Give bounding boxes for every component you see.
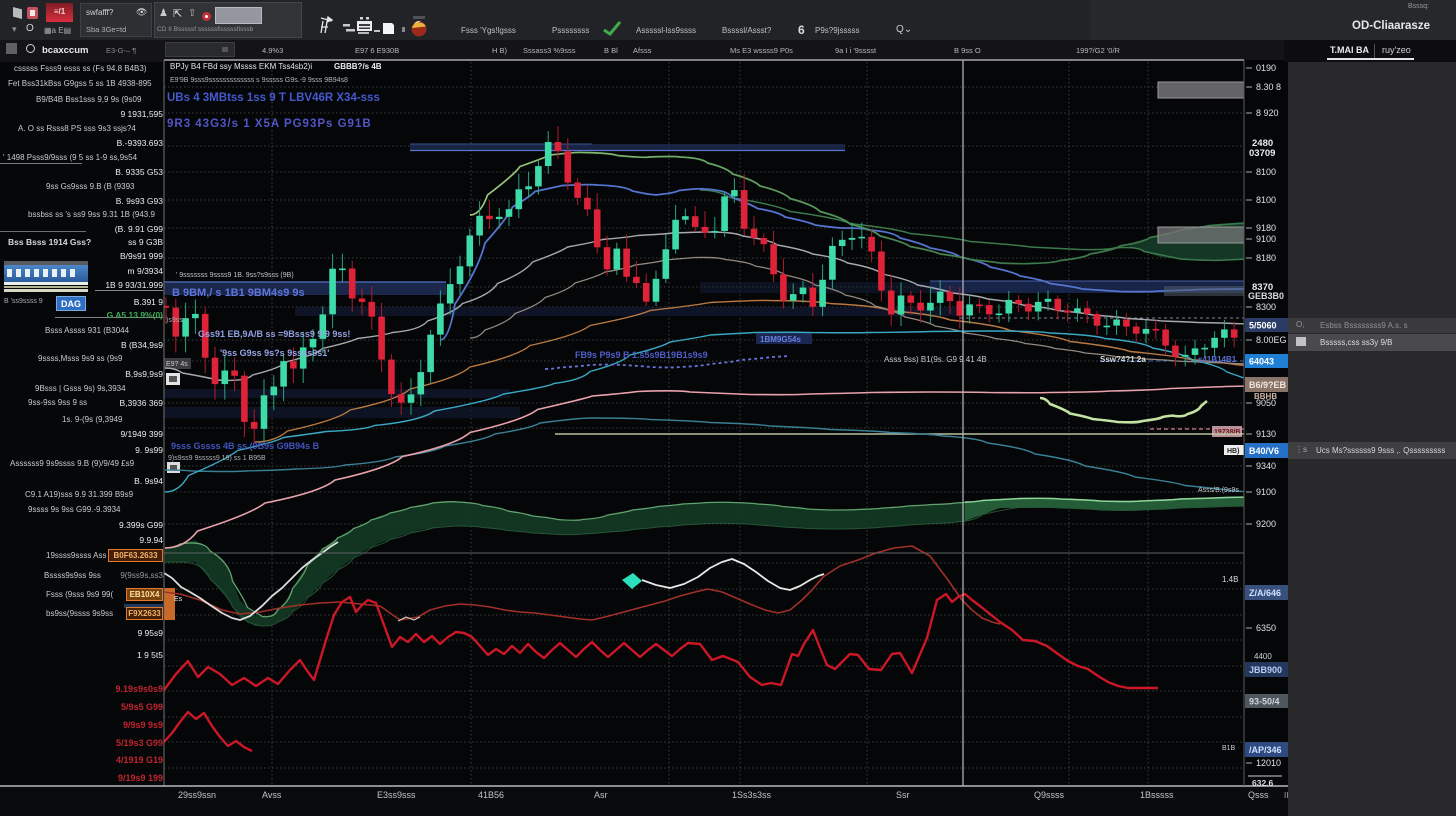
svg-text:GEB3B0: GEB3B0 [1248,291,1284,301]
svg-text:03709: 03709 [1249,148,1275,159]
svg-text:9130: 9130 [1256,429,1276,439]
svg-text:8100: 8100 [1256,167,1276,177]
svg-text:9sss Gssss 4B ss (9B9s G9B94s: 9sss Gssss 4B ss (9B9s G9B94s B [171,441,320,451]
svg-text:8300: 8300 [1256,302,1276,312]
svg-text:B6/9?EB: B6/9?EB [1249,380,1287,390]
svg-text:8180: 8180 [1256,253,1276,263]
svg-text:B40/V6: B40/V6 [1249,446,1279,456]
svg-text:Asss 9ss) B1(9s. G9 9 41 4B: Asss 9ss) B1(9s. G9 9 41 4B [884,355,987,364]
svg-text:0190: 0190 [1256,63,1276,73]
svg-text:1BM9G54s: 1BM9G54s [760,335,801,344]
svg-text:/AP/346: /AP/346 [1249,745,1282,755]
svg-text:s41B14B1: s41B14B1 [1198,355,1237,364]
svg-text:E9'9B 9sss9sssssssssssss s 9ss: E9'9B 9sss9sssssssssssss s 9sssss G9s.-9… [170,77,348,84]
svg-text:19738/B: 19738/B [1214,429,1240,436]
svg-text:8.00EG: 8.00EG [1256,335,1287,345]
svg-text:Gss91 EB,9A/B ss =9Bsss9 9 9: Gss91 EB,9A/B ss =9Bsss9 9 9 9ss! [198,329,350,339]
svg-text:8.30 8: 8.30 8 [1256,82,1281,92]
svg-text:GBBB?/s 4B: GBBB?/s 4B [334,62,382,71]
svg-text:9200: 9200 [1256,519,1276,529]
svg-text:632.6: 632.6 [1252,778,1274,788]
svg-text:Ssw?4?1 2a: Ssw?4?1 2a [1100,355,1146,364]
svg-text:93-50/4: 93-50/4 [1249,697,1280,707]
svg-text:HB): HB) [1227,448,1239,455]
svg-text:' 9sssssss 9ssss9 1B. 9ss?s9ss: ' 9sssssss 9ssss9 1B. 9ss?s9sss (9B) [176,272,294,279]
svg-text:4400: 4400 [1254,652,1272,661]
svg-text:9180: 9180 [1256,223,1276,233]
svg-text:9R3 43G3/s 1 X5A PG93Ps G91B: 9R3 43G3/s 1 X5A PG93Ps G91B [167,118,372,130]
svg-text:6350: 6350 [1256,623,1276,633]
svg-text:E9? 4s: E9? 4s [166,361,188,368]
svg-text:Es: Es [174,596,183,603]
svg-text:BBHB: BBHB [1254,392,1277,401]
svg-text:64043: 64043 [1249,357,1274,367]
svg-text:9100: 9100 [1256,487,1276,497]
svg-text:)s9ss: )s9ss [166,317,183,324]
svg-text:BPJy B4 FBd ssy Mssss EKM Tss4: BPJy B4 FBd ssy Mssss EKM Tss4sb2)i [170,62,312,71]
svg-text:FB9s P9s9 B 1.s5s9B19B1s9s9: FB9s P9s9 B 1.s5s9B19B1s9s9 [575,350,708,360]
svg-text:9340: 9340 [1256,461,1276,471]
svg-text:8 920: 8 920 [1256,108,1279,118]
svg-text:Z/A/646: Z/A/646 [1249,588,1281,598]
svg-text:9100: 9100 [1256,234,1276,244]
svg-text:9)s9ss9 9sssss9 19) ss 1 B95B: 9)s9ss9 9sssss9 19) ss 1 B95B [168,455,266,462]
svg-text:5/5060: 5/5060 [1249,321,1277,331]
svg-text:12010: 12010 [1256,758,1281,768]
svg-text:'9ss G9ss 9s?s 9ssss9s1': '9ss G9ss 9s?s 9ssss9s1' [220,348,329,358]
svg-text:B1B: B1B [1222,745,1236,752]
svg-text:1.4B: 1.4B [1222,575,1238,584]
svg-text:8100: 8100 [1256,195,1276,205]
svg-text:B 9BM,/ s 1B1 9BM4s9 9s: B 9BM,/ s 1B1 9BM4s9 9s [172,287,305,299]
svg-text:Asss/B.(9s9s: Asss/B.(9s9s [1198,487,1239,494]
svg-text:JBB900: JBB900 [1249,665,1282,675]
svg-text:UBs 4 3MBtss 1ss 9 T LBV46R X3: UBs 4 3MBtss 1ss 9 T LBV46R X34-sss [167,92,380,104]
